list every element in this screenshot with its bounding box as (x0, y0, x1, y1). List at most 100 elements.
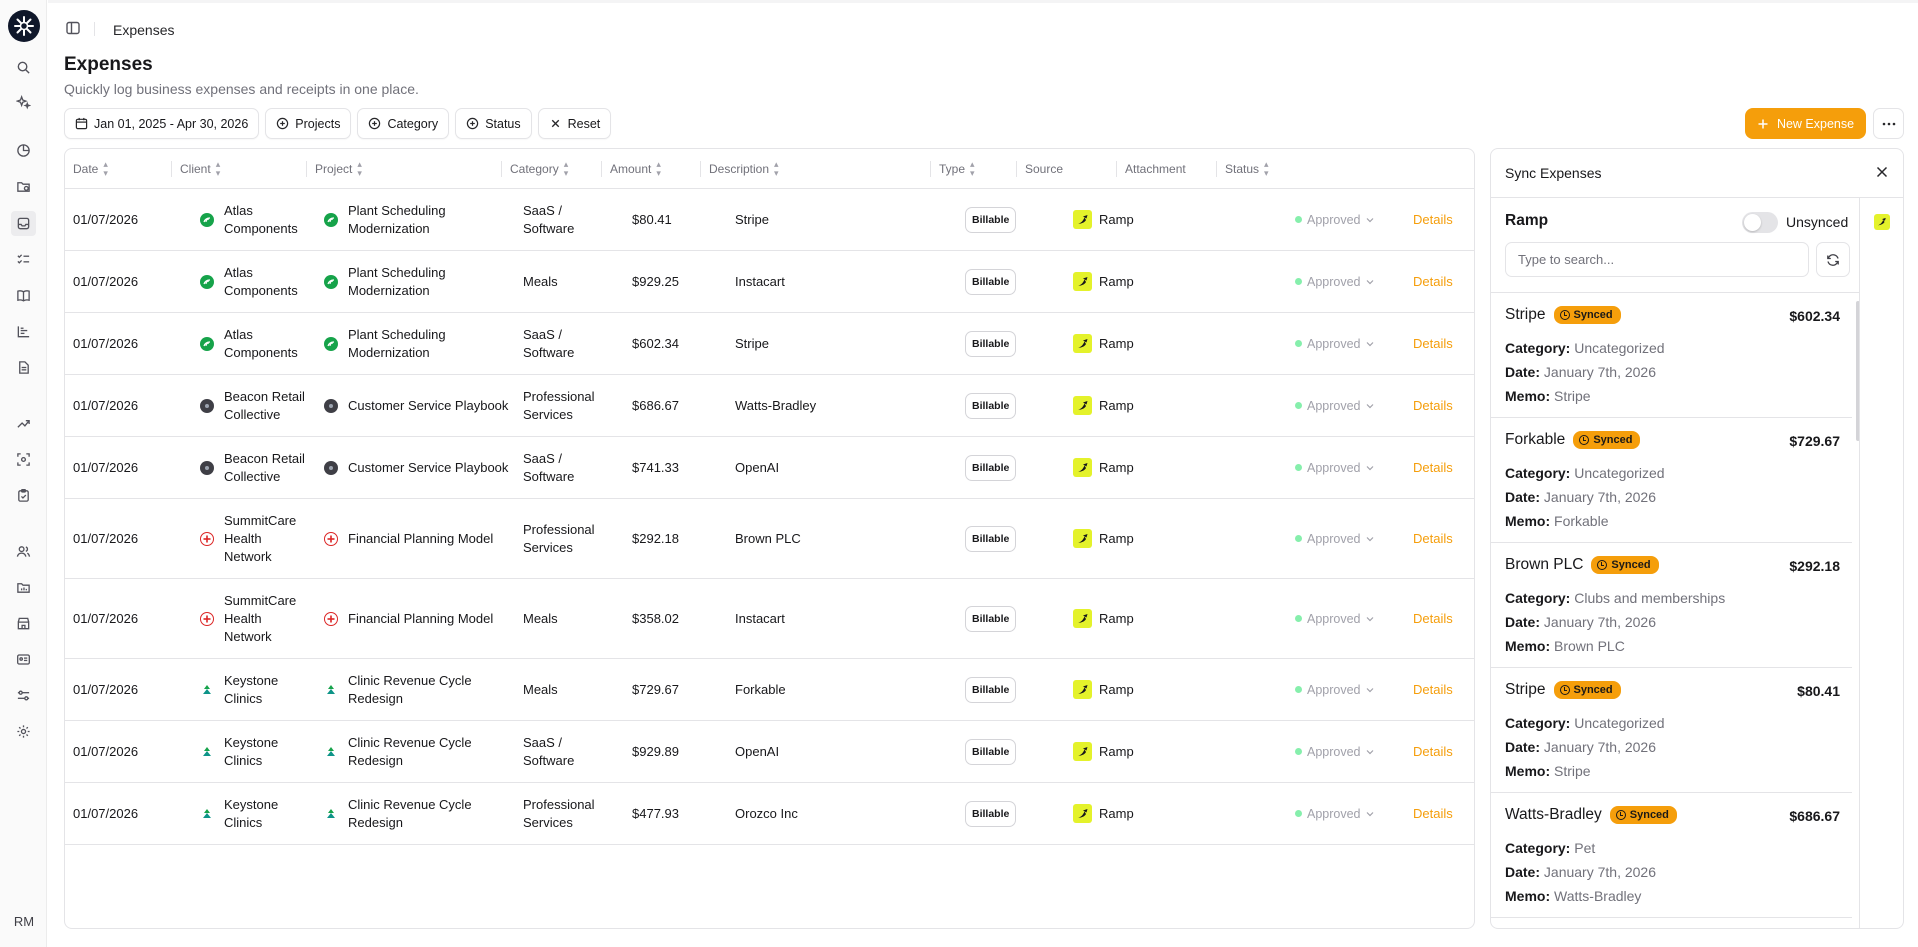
table-row[interactable]: 01/07/2026 Keystone Clinics Clinic Revenue… (65, 783, 1474, 845)
header-col-type[interactable]: Type ▴ ▾ (930, 149, 975, 189)
cell-status[interactable]: Approved (1295, 189, 1374, 250)
details-link[interactable]: Details (1413, 397, 1453, 415)
sync-item[interactable]: Forkable Synced $729.67 Category: Uncategor… (1491, 418, 1852, 543)
header-col-attachment[interactable]: Attachment (1116, 149, 1186, 189)
details-link[interactable]: Details (1413, 530, 1453, 548)
header-col-client[interactable]: Client ▴ ▾ (171, 149, 220, 189)
new-expense-button[interactable]: New Expense (1745, 108, 1866, 139)
table-row[interactable]: 01/07/2026 Keystone Clinics Clinic Revenue… (65, 659, 1474, 721)
date-label: Date: (1505, 739, 1541, 755)
pie-chart-icon[interactable] (14, 141, 33, 160)
sync-item-date: Date: January 7th, 2026 (1505, 864, 1656, 880)
status-dropdown[interactable]: Approved (1295, 530, 1374, 548)
sparkles-icon[interactable] (14, 93, 33, 112)
plus-circle-icon (277, 117, 289, 130)
details-link[interactable]: Details (1413, 459, 1453, 477)
header-col-source[interactable]: Source (1016, 149, 1063, 189)
unsynced-toggle[interactable] (1742, 212, 1778, 233)
sync-item[interactable]: Brown PLC Synced $292.18 Category: Clubs an… (1491, 543, 1852, 668)
cell-status[interactable]: Approved (1295, 375, 1374, 436)
status-dropdown[interactable]: Approved (1295, 805, 1374, 823)
sliders-icon[interactable] (14, 686, 33, 705)
document-icon[interactable] (14, 358, 33, 377)
projects-filter[interactable]: Projects (265, 108, 352, 139)
book-open-icon[interactable] (14, 286, 33, 305)
client-logo-icon (324, 274, 338, 289)
sync-item-name: Stripe (1505, 681, 1546, 698)
details-link[interactable]: Details (1413, 805, 1453, 823)
memo-value: Watts-Bradley (1554, 888, 1642, 904)
scan-icon[interactable] (14, 450, 33, 469)
app-logo-icon[interactable] (8, 10, 40, 42)
settings-gear-icon[interactable] (14, 722, 33, 741)
sync-item[interactable]: Watts-Bradley Synced $686.67 Category: Pet D… (1491, 793, 1852, 918)
header-label: Category (510, 162, 559, 176)
header-col-project[interactable]: Project ▴ ▾ (306, 149, 362, 189)
status-dropdown[interactable]: Approved (1295, 211, 1374, 229)
sync-item[interactable]: Stripe Synced $602.34 Category: Uncategoriz… (1491, 293, 1852, 418)
header-col-status[interactable]: Status ▴ ▾ (1216, 149, 1269, 189)
cell-status[interactable]: Approved (1295, 499, 1374, 578)
status-dropdown[interactable]: Approved (1295, 681, 1374, 699)
users-icon[interactable] (14, 542, 33, 561)
status-dropdown[interactable]: Approved (1295, 459, 1374, 477)
details-link[interactable]: Details (1413, 335, 1453, 353)
close-icon[interactable] (1875, 165, 1889, 179)
clipboard-check-icon[interactable] (14, 486, 33, 505)
folder-chart-icon[interactable] (14, 578, 33, 597)
chevron-down-icon (1366, 749, 1373, 754)
table-row[interactable]: 01/07/2026 SummitCare Health Network Finan… (65, 579, 1474, 659)
details-link[interactable]: Details (1413, 211, 1453, 229)
ramp-logo-icon[interactable] (1874, 214, 1890, 230)
cell-status[interactable]: Approved (1295, 659, 1374, 720)
billable-badge: Billable (965, 268, 1017, 295)
table-row[interactable]: 01/07/2026 Atlas Components Plant Scheduli… (65, 313, 1474, 375)
checklist-icon[interactable] (14, 250, 33, 269)
table-row[interactable]: 01/07/2026 Keystone Clinics Clinic Revenue… (65, 721, 1474, 783)
reset-filters-button[interactable]: Reset (537, 108, 612, 139)
cell-status[interactable]: Approved (1295, 783, 1374, 844)
sync-item[interactable]: Stripe Synced $80.41 Category: Uncategorize… (1491, 668, 1852, 793)
cell-status[interactable]: Approved (1295, 721, 1374, 782)
status-dropdown[interactable]: Approved (1295, 610, 1374, 628)
header-col-amount[interactable]: Amount ▴ ▾ (601, 149, 661, 189)
cell-status[interactable]: Approved (1295, 251, 1374, 312)
status-dropdown[interactable]: Approved (1295, 397, 1374, 415)
table-row[interactable]: 01/07/2026 SummitCare Health Network Finan… (65, 499, 1474, 579)
folder-clock-icon[interactable] (14, 177, 33, 196)
expenses-inbox-icon[interactable] (11, 211, 36, 236)
cell-date: 01/07/2026 (73, 805, 139, 821)
details-link[interactable]: Details (1413, 681, 1453, 699)
client-logo-icon (324, 460, 338, 475)
bar-chart-icon[interactable] (14, 322, 33, 341)
date-range-filter[interactable]: Jan 01, 2025 - Apr 30, 2026 (64, 108, 260, 139)
details-link[interactable]: Details (1413, 743, 1453, 761)
store-icon[interactable] (14, 614, 33, 633)
id-card-icon[interactable] (14, 650, 33, 669)
status-dropdown[interactable]: Approved (1295, 743, 1374, 761)
status-dropdown[interactable]: Approved (1295, 273, 1374, 291)
header-col-category[interactable]: Category ▴ ▾ (501, 149, 568, 189)
sync-search-input[interactable] (1505, 242, 1809, 277)
details-link[interactable]: Details (1413, 273, 1453, 291)
sidebar-toggle-icon[interactable] (65, 20, 81, 36)
trending-up-icon[interactable] (14, 414, 33, 433)
header-col-date[interactable]: Date ▴ ▾ (73, 149, 108, 189)
table-row[interactable]: 01/07/2026 Beacon Retail Collective Custom… (65, 375, 1474, 437)
details-link[interactable]: Details (1413, 610, 1453, 628)
category-filter[interactable]: Category (357, 108, 450, 139)
table-row[interactable]: 01/07/2026 Beacon Retail Collective Custom… (65, 437, 1474, 499)
refresh-button[interactable] (1816, 242, 1850, 277)
cell-status[interactable]: Approved (1295, 437, 1374, 498)
sync-item-date: Date: January 7th, 2026 (1505, 739, 1656, 755)
search-icon[interactable] (14, 58, 33, 77)
cell-status[interactable]: Approved (1295, 579, 1374, 658)
status-filter[interactable]: Status (455, 108, 532, 139)
more-options-button[interactable] (1873, 108, 1904, 139)
table-row[interactable]: 01/07/2026 Atlas Components Plant Scheduli… (65, 251, 1474, 313)
table-row[interactable]: 01/07/2026 Atlas Components Plant Scheduli… (65, 189, 1474, 251)
header-col-description[interactable]: Description ▴ ▾ (700, 149, 779, 189)
status-dropdown[interactable]: Approved (1295, 335, 1374, 353)
cell-status[interactable]: Approved (1295, 313, 1374, 374)
user-avatar[interactable]: RM (10, 914, 38, 929)
